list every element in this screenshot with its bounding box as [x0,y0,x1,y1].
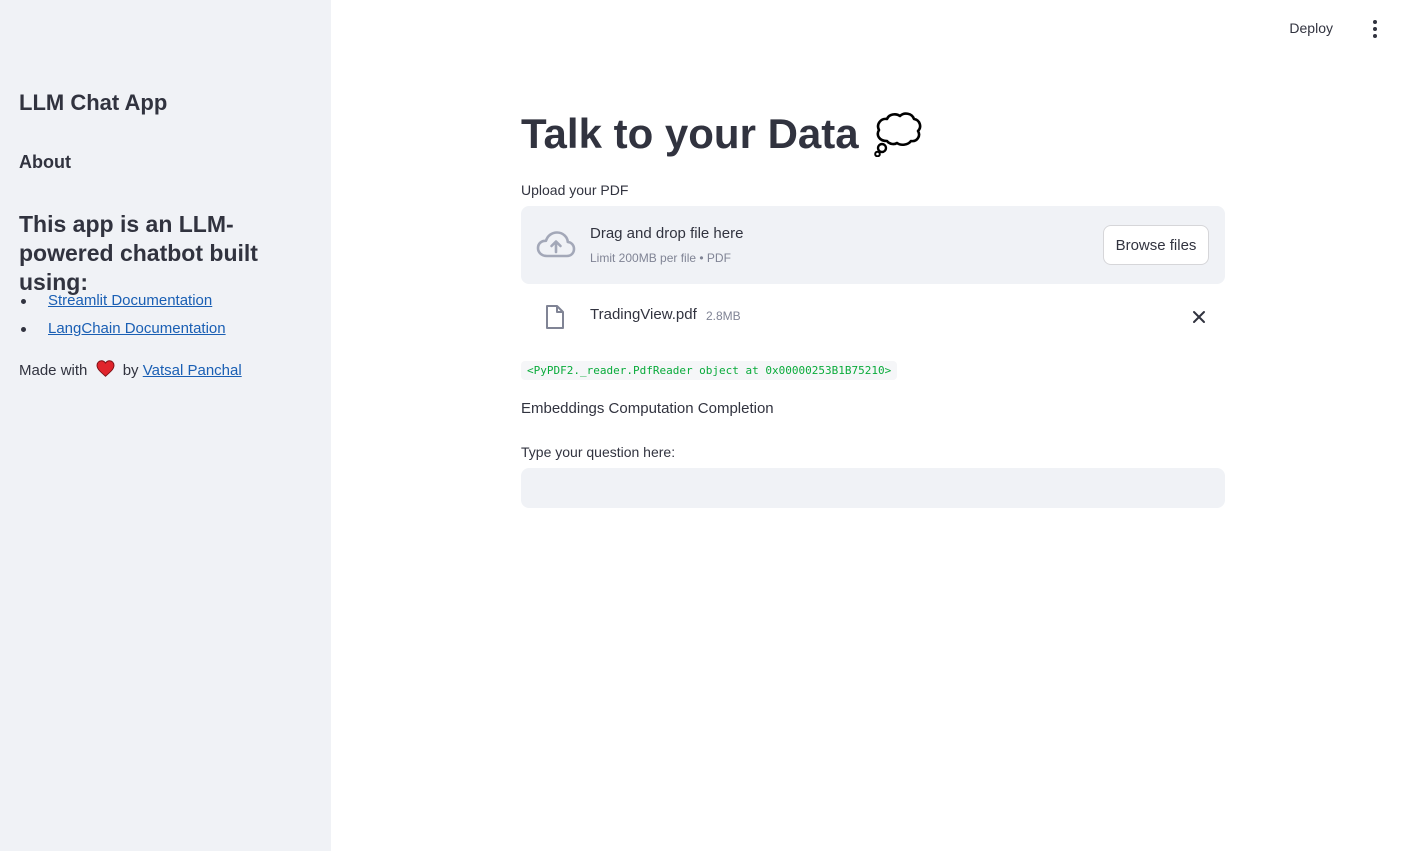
status-text: Embeddings Computation Completion [521,400,774,417]
browse-files-button[interactable]: Browse files [1103,225,1209,265]
sidebar: LLM Chat App About This app is an LLM-po… [0,0,331,851]
streamlit-docs-link[interactable]: Streamlit Documentation [48,292,212,309]
code-output: <PyPDF2._reader.PdfReader object at 0x00… [521,361,898,380]
dropzone-hint: Limit 200MB per file • PDF [590,251,731,265]
made-with-credit: Made with by Vatsal Panchal [19,360,242,384]
page-title: Talk to your Data [521,110,923,158]
sidebar-title: LLM Chat App [19,90,168,115]
file-dropzone[interactable]: Drag and drop file here Limit 200MB per … [521,206,1225,284]
langchain-docs-link[interactable]: LangChain Documentation [48,320,226,337]
uploaded-file-name: TradingView.pdf [590,306,697,323]
app-description: This app is an LLM-powered chatbot built… [19,211,258,295]
list-item: LangChain Documentation [19,318,226,346]
uploaded-file-size: 2.8MB [706,309,741,323]
deploy-button[interactable]: Deploy [1289,20,1333,36]
doc-links-list: Streamlit Documentation LangChain Docume… [19,290,226,346]
cloud-upload-icon [536,231,576,258]
author-link[interactable]: Vatsal Panchal [143,362,242,379]
question-input[interactable] [521,468,1225,508]
app-toolbar: Deploy [1205,0,1405,58]
file-icon [546,305,564,329]
made-with-by: by [122,362,139,379]
page-title-text: Talk to your Data [521,110,859,157]
close-icon[interactable] [1191,309,1207,325]
made-with-prefix: Made with [19,362,88,379]
about-heading: About [19,152,71,172]
upload-label: Upload your PDF [521,182,629,198]
dropzone-title: Drag and drop file here [590,225,744,242]
uploaded-file-row: TradingView.pdf 2.8MB [521,296,1225,338]
more-vertical-icon[interactable] [1367,20,1383,38]
thought-bubble-icon [873,112,921,157]
list-item: Streamlit Documentation [19,290,226,318]
heart-icon [96,360,115,384]
question-label: Type your question here: [521,444,676,460]
